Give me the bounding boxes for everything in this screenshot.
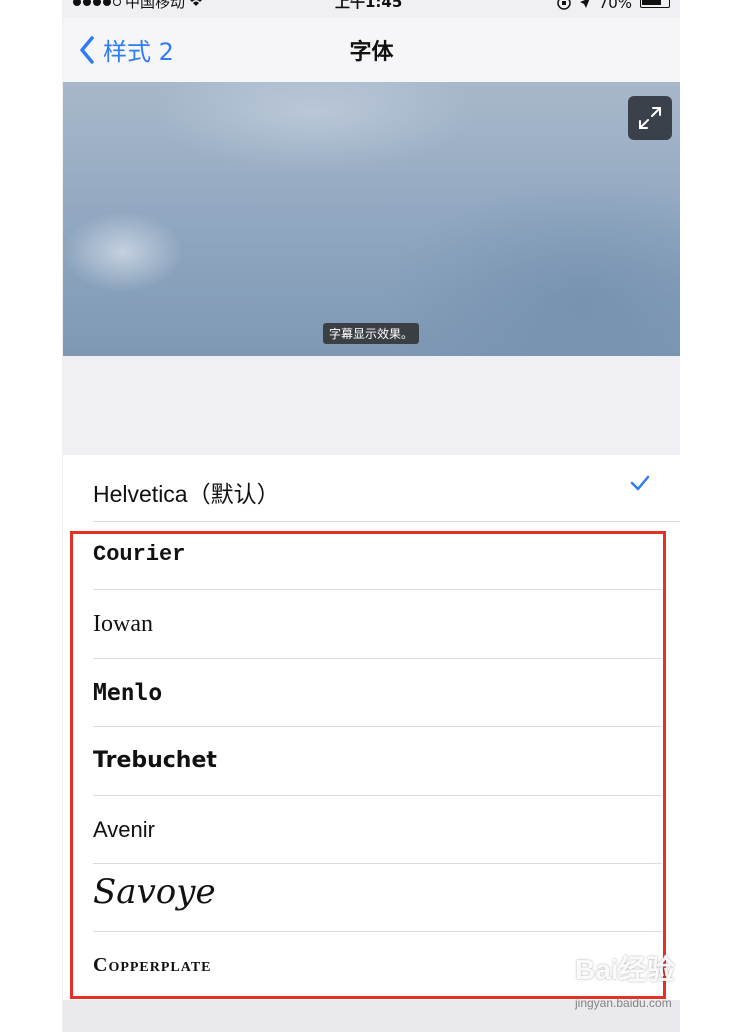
expand-icon	[639, 107, 661, 129]
font-label: Copperplate	[93, 954, 212, 976]
battery-percent: 70%	[598, 0, 632, 12]
signal-dots-icon	[73, 0, 121, 6]
wifi-icon	[190, 0, 203, 6]
checkmark-icon	[630, 475, 650, 491]
font-list: Helvetica（默认） Courier Iowan Menlo Trebuc…	[63, 455, 680, 1000]
list-item-menlo[interactable]: Menlo	[63, 659, 680, 727]
bottom-strip	[63, 1000, 680, 1032]
carrier-label: 中国移动	[125, 0, 186, 11]
list-item-savoye[interactable]: Savoye	[63, 864, 680, 932]
expand-button[interactable]	[628, 96, 672, 140]
list-item-iowan[interactable]: Iowan	[63, 590, 680, 659]
font-label: Savoye	[93, 872, 216, 912]
list-item-trebuchet[interactable]: Trebuchet	[63, 727, 680, 796]
location-arrow-icon	[579, 0, 589, 8]
font-label: Iowan	[93, 611, 153, 637]
status-left: 中国移动	[73, 0, 203, 11]
list-item-copperplate[interactable]: Copperplate	[63, 932, 680, 1000]
list-item-courier[interactable]: Courier	[63, 522, 680, 590]
nav-bar: 样式 2 字体	[63, 18, 680, 82]
phone-screen: 中国移动 上午1:45 70% 样式 2 字体 字幕显示效果。 Helvetic…	[63, 0, 680, 1032]
font-label: Menlo	[93, 680, 163, 706]
status-bar: 中国移动 上午1:45 70%	[63, 0, 680, 18]
page-title: 字体	[349, 40, 394, 65]
list-item-helvetica[interactable]: Helvetica（默认）	[63, 455, 680, 522]
font-label: Trebuchet	[93, 748, 217, 773]
subtitle-preview: 字幕显示效果。	[63, 82, 680, 356]
orientation-lock-icon	[556, 0, 571, 10]
battery-icon	[640, 0, 670, 8]
font-label: Courier	[93, 542, 186, 567]
font-label: Helvetica（默认）	[93, 481, 280, 507]
list-item-avenir[interactable]: Avenir	[63, 796, 680, 864]
status-time: 上午1:45	[335, 0, 403, 11]
status-right: 70%	[556, 0, 670, 12]
subtitle-sample: 字幕显示效果。	[323, 323, 420, 344]
font-label: Avenir	[93, 817, 155, 842]
